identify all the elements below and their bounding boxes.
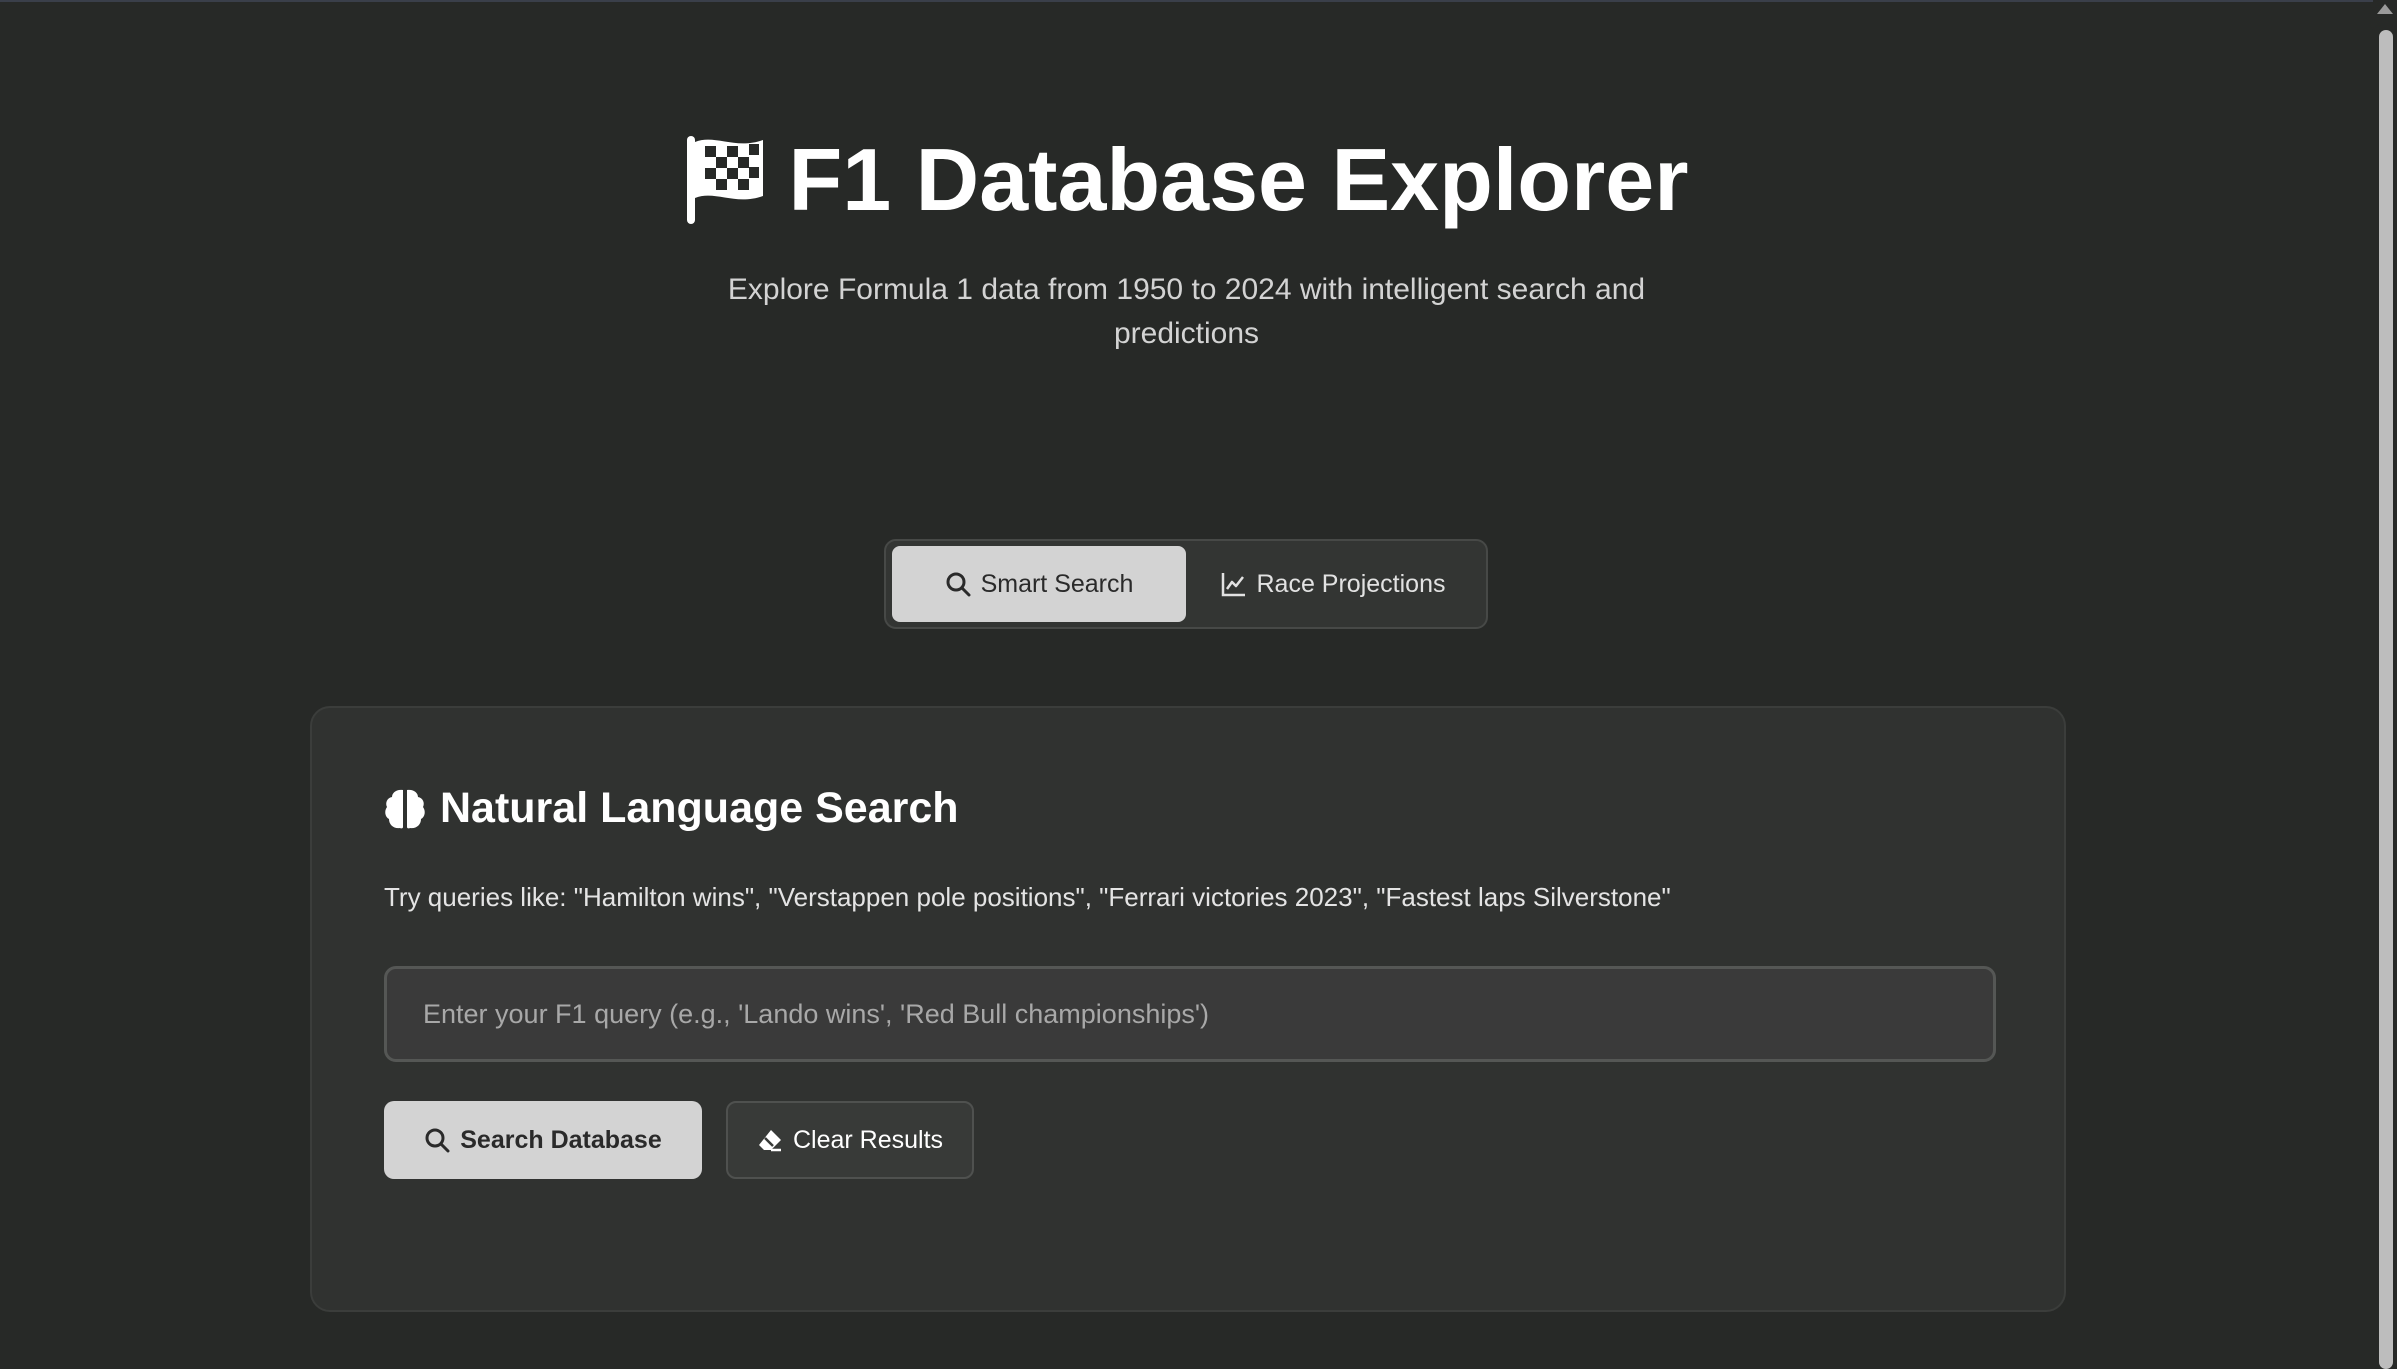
page-subtitle: Explore Formula 1 data from 1950 to 2024… xyxy=(727,273,1646,350)
query-hint: Try queries like: "Hamilton wins", "Vers… xyxy=(384,882,1671,912)
checkered-flag-icon xyxy=(686,136,763,224)
panel-title-text: Natural Language Search xyxy=(440,784,959,832)
query-input[interactable] xyxy=(384,966,1996,1062)
brain-icon xyxy=(385,789,425,828)
search-panel: Natural Language Search Try queries like… xyxy=(310,706,2066,1312)
scroll-up-arrow-icon[interactable] xyxy=(2377,4,2393,14)
window-top-border xyxy=(0,0,2397,2)
clear-button-label: Clear Results xyxy=(792,1125,944,1154)
scroll-thumb[interactable] xyxy=(2379,30,2393,1369)
tab-race-projections[interactable]: Race Projections xyxy=(1186,546,1480,622)
page-title: F1 Database Explorer xyxy=(685,120,1689,240)
tab-label: Race Projections xyxy=(1256,569,1446,598)
chart-line-icon xyxy=(1221,573,1245,597)
search-button-label: Search Database xyxy=(460,1125,662,1154)
eraser-icon xyxy=(758,1130,781,1152)
tab-smart-search[interactable]: Smart Search xyxy=(892,546,1186,622)
search-database-button[interactable]: Search Database xyxy=(384,1101,702,1179)
search-icon xyxy=(946,572,971,597)
vertical-scrollbar[interactable] xyxy=(2373,0,2397,1369)
search-icon xyxy=(425,1128,450,1153)
tab-label: Smart Search xyxy=(980,569,1134,598)
panel-title: Natural Language Search xyxy=(384,784,959,833)
page-title-text: F1 Database Explorer xyxy=(788,130,1689,229)
page-header: F1 Database Explorer Explore Formula 1 d… xyxy=(0,120,2373,356)
mode-tabs: Smart Search Race Projections xyxy=(884,539,1488,629)
clear-results-button[interactable]: Clear Results xyxy=(726,1101,974,1179)
